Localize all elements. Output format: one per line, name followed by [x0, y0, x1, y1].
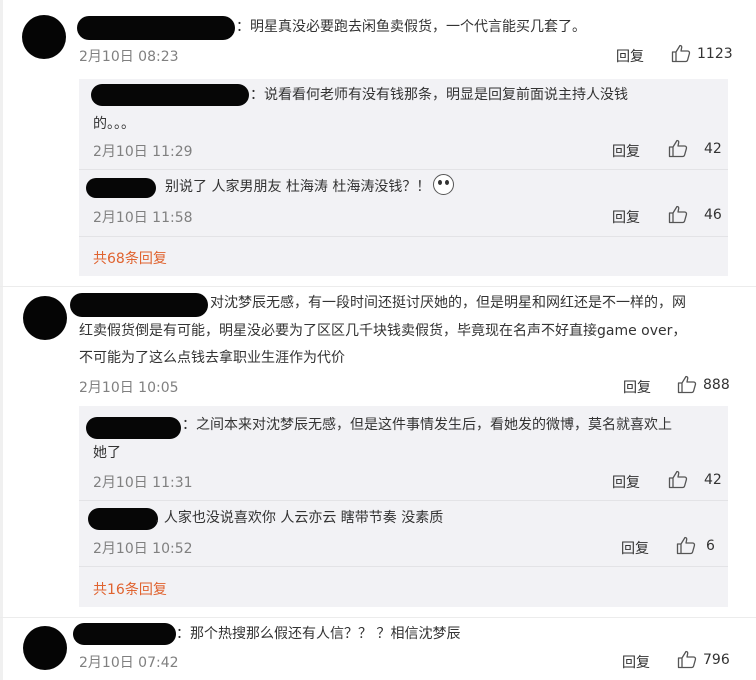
reply-text: 的。。。 — [93, 116, 135, 132]
reply-text-content: 别说了 人家男朋友 杜海涛 杜海涛没钱？！ — [165, 179, 431, 195]
thumbs-up-icon — [668, 139, 688, 158]
reply-text: ：说看看何老师有没有钱那条，明显是回复前面说主持人没钱 — [250, 87, 628, 103]
surprised-face-emoji — [433, 174, 455, 195]
more-replies-link[interactable]: 共16条回复 — [93, 579, 167, 599]
reply-button[interactable]: 回复 — [622, 652, 650, 672]
avatar[interactable] — [22, 15, 66, 59]
comment-divider — [0, 286, 756, 287]
thumbs-up-icon — [671, 44, 691, 63]
like-count: 42 — [704, 471, 722, 488]
like-button[interactable]: 6 — [676, 536, 715, 555]
avatar[interactable] — [23, 626, 67, 670]
divider — [79, 566, 728, 567]
redacted-username — [88, 508, 158, 530]
redacted-username — [86, 417, 181, 439]
like-button[interactable]: 46 — [668, 205, 722, 224]
thumbs-up-icon — [677, 375, 697, 394]
reply-button[interactable]: 回复 — [616, 46, 644, 66]
like-button[interactable]: 42 — [668, 139, 722, 158]
like-button[interactable]: 796 — [677, 650, 730, 669]
redacted-username — [86, 178, 156, 198]
reply-button[interactable]: 回复 — [612, 472, 640, 492]
avatar[interactable] — [23, 296, 67, 340]
reply-time: 2月10日 11:31 — [93, 475, 193, 491]
reply-text: ：之间本来对沈梦辰无感，但是这件事情发生后，看她发的微博，莫名就喜欢上 — [182, 417, 672, 433]
reply-text: 别说了 人家男朋友 杜海涛 杜海涛没钱？！ — [165, 174, 455, 201]
redacted-username — [70, 293, 208, 317]
comment-divider — [0, 617, 756, 618]
reply-time: 2月10日 11:29 — [93, 144, 193, 160]
redacted-username — [77, 16, 235, 40]
comment-text: 红卖假货倒是有可能，明星没必要为了区区几千块钱卖假货，毕竟现在名声不好直接gam… — [79, 323, 687, 339]
reply-button[interactable]: 回复 — [612, 207, 640, 227]
like-count: 796 — [703, 651, 730, 668]
reply-time: 2月10日 10:52 — [93, 541, 193, 557]
thumbs-up-icon — [676, 536, 696, 555]
reply-text: . 人家也没说喜欢你 人云亦云 瞎带节奏 没素质 — [155, 510, 444, 526]
thumbs-up-icon — [677, 650, 697, 669]
like-count: 6 — [706, 537, 715, 554]
reply-button[interactable]: 回复 — [623, 377, 651, 397]
more-replies-link[interactable]: 共68条回复 — [93, 248, 167, 268]
reply-time: 2月10日 11:58 — [93, 210, 193, 226]
reply-button[interactable]: 回复 — [621, 538, 649, 558]
thumbs-up-icon — [668, 205, 688, 224]
comment-text: 不可能为了这么点钱去拿职业生涯作为代价 — [79, 350, 345, 366]
reply-text: 她了 — [93, 445, 121, 461]
like-count: 46 — [704, 206, 722, 223]
like-button[interactable]: 888 — [677, 375, 730, 394]
comment-time: 2月10日 10:05 — [79, 380, 179, 396]
divider — [79, 169, 728, 170]
comment-time: 2月10日 07:42 — [79, 655, 179, 671]
left-edge — [0, 0, 3, 680]
thumbs-up-icon — [668, 470, 688, 489]
comment-text: ：那个热搜那么假还有人信？？ ？相信沈梦辰 — [176, 626, 461, 642]
like-button[interactable]: 1123 — [671, 44, 733, 63]
like-count: 42 — [704, 140, 722, 157]
like-count: 888 — [703, 376, 730, 393]
redacted-username — [73, 623, 176, 645]
comment-text: ：明星真没必要跑去闲鱼卖假货，一个代言能买几套了。 — [236, 19, 586, 35]
divider — [79, 236, 728, 237]
like-count: 1123 — [697, 45, 733, 62]
reply-button[interactable]: 回复 — [612, 141, 640, 161]
redacted-username — [91, 84, 249, 106]
comment-time: 2月10日 08:23 — [79, 49, 179, 65]
divider — [79, 500, 728, 501]
comment-text: 对沈梦辰无感，有一段时间还挺讨厌她的，但是明星和网红还是不一样的，网 — [210, 295, 686, 311]
like-button[interactable]: 42 — [668, 470, 722, 489]
